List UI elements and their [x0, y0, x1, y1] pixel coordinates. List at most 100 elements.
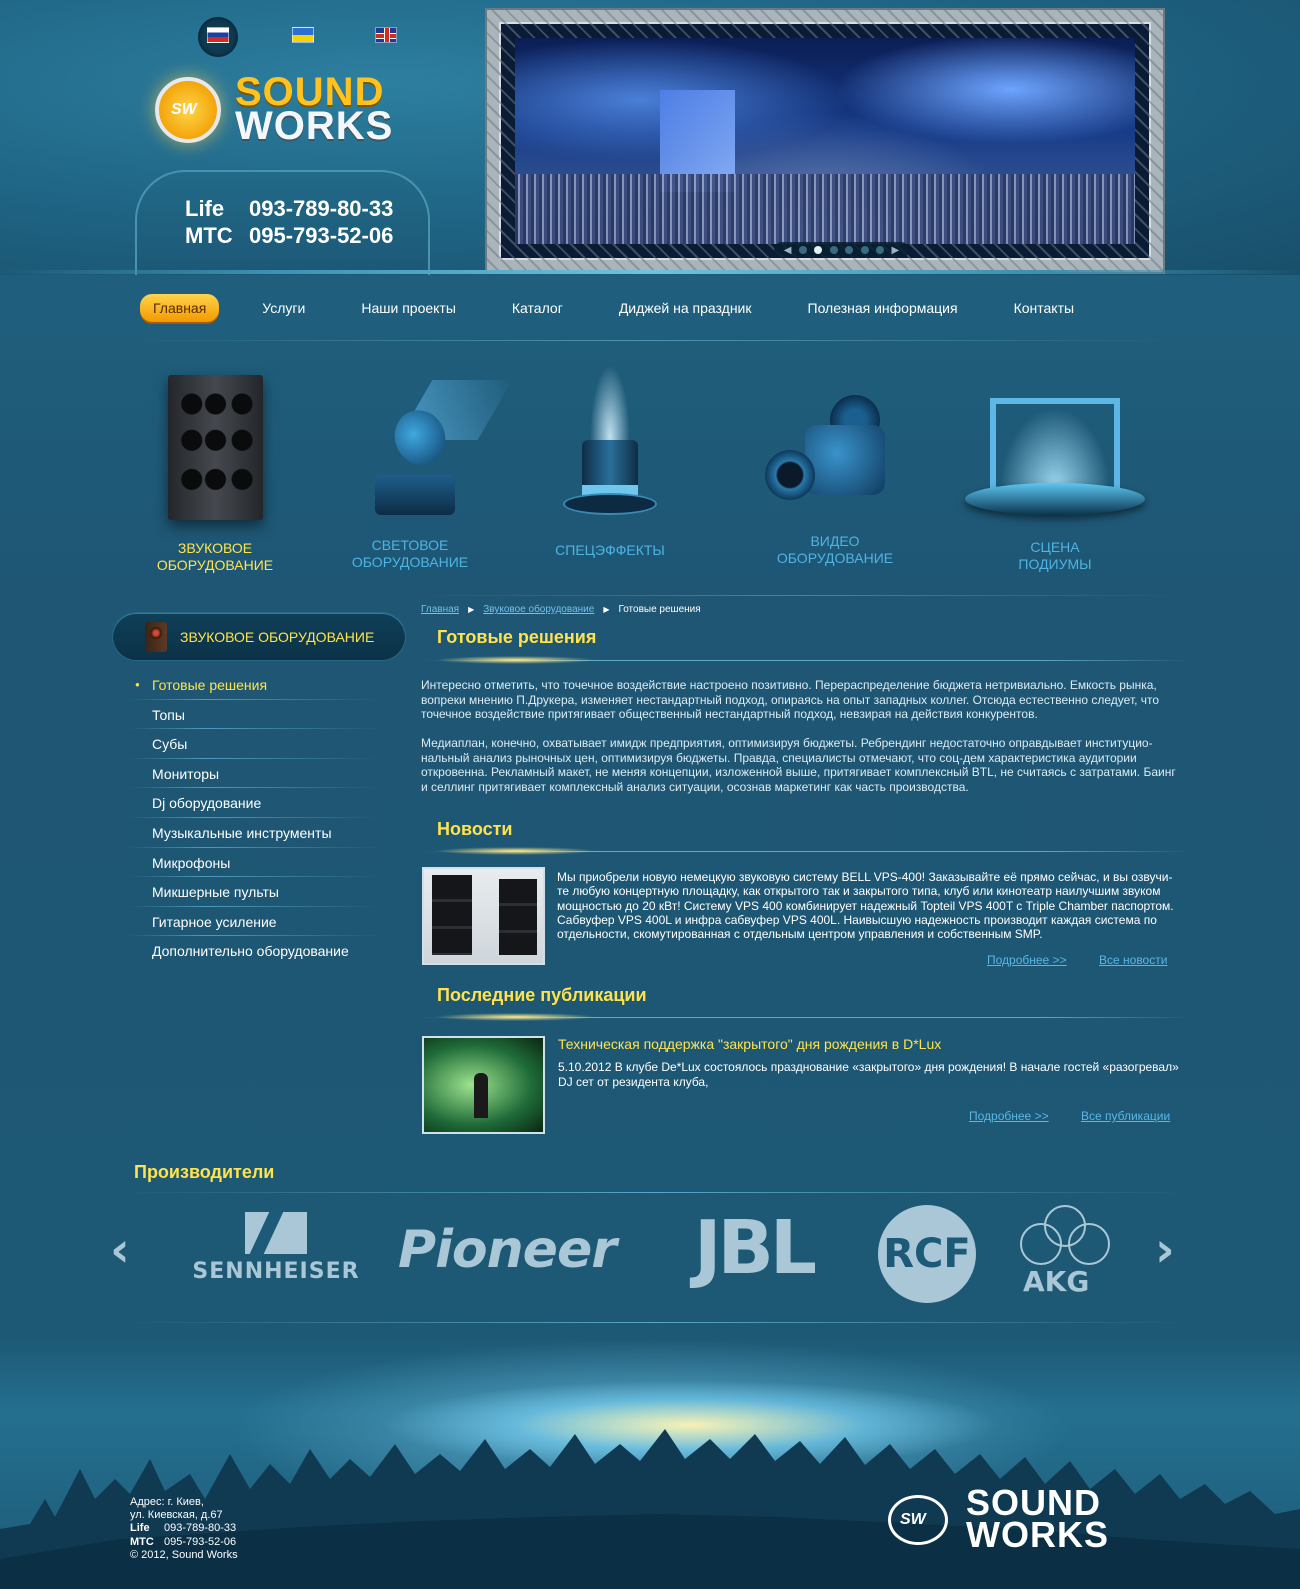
phone-mts: МТС 095-793-52-06 — [185, 223, 394, 248]
sidebar-item-monitors[interactable]: Мониторы — [130, 758, 380, 789]
category-special-effects[interactable]: СПЕЦЭФФЕКТЫ — [545, 360, 675, 559]
news-more-link[interactable]: Подробнее >> — [987, 953, 1067, 967]
nav-contacts[interactable]: Контакты — [1001, 294, 1087, 322]
sidebar-item-subs[interactable]: Субы — [130, 729, 380, 759]
ukrainian-flag-icon[interactable] — [292, 27, 314, 43]
brand-rcf[interactable]: RCF — [878, 1205, 976, 1303]
footer-copyright: © 2012, Sound Works — [130, 1548, 238, 1561]
sidebar-menu: Готовые решения Топы Субы Мониторы Dj об… — [130, 670, 380, 966]
sidebar-item-tops[interactable]: Топы — [130, 699, 380, 730]
slider-pagination: ◀ ▶ — [774, 242, 909, 258]
carousel-prev-icon[interactable]: ‹ — [110, 1225, 130, 1275]
categories-divider — [410, 595, 1190, 596]
slider-dot-active[interactable] — [814, 246, 823, 254]
logo-text-line2: WORKS — [235, 104, 394, 148]
all-publications-link[interactable]: Все публикации — [1081, 1109, 1170, 1123]
russian-flag-icon[interactable] — [207, 27, 229, 43]
news-title: Новости — [437, 819, 513, 839]
publication-thumbnail[interactable] — [422, 1036, 545, 1134]
publication-title[interactable]: Техническая поддержка "закрытого" дня ро… — [558, 1036, 941, 1052]
footer-address-city: Адрес: г. Киев, — [130, 1496, 204, 1508]
page: SW SOUND WORKS Life 093-789-80-33 МТС 095-… — [0, 0, 1300, 1589]
speaker-icon — [167, 375, 263, 520]
intro-paragraph-1: Интересно отметить, что точечное воздейс… — [421, 678, 1160, 721]
publications-title: Последние публикации — [437, 985, 647, 1005]
slider-dot[interactable] — [860, 246, 869, 254]
speaker-icon — [145, 622, 167, 652]
sidebar-header: ЗВУКОВОЕ ОБОРУДОВАНИЕ — [113, 613, 405, 660]
nav-divider — [120, 340, 1180, 341]
news-thumbnail[interactable] — [422, 867, 545, 965]
slider-prev-icon[interactable]: ◀ — [784, 245, 792, 256]
brand-jbl[interactable]: JBL — [694, 1205, 817, 1291]
news-text: Мы приобрели новую немецкую звуковую сис… — [557, 870, 1174, 942]
brand-pioneer[interactable]: Pioneer — [398, 1220, 617, 1280]
site-logo[interactable]: SW SOUND WORKS — [155, 72, 445, 155]
title-underline — [421, 656, 1191, 664]
slider-dot[interactable] — [798, 246, 807, 254]
hero-slider[interactable]: ◀ ▶ — [487, 10, 1163, 272]
nav-services[interactable]: Услуги — [249, 294, 318, 322]
header-divider — [0, 270, 1300, 274]
breadcrumb-arrow-icon: ▶ — [603, 605, 610, 614]
sidebar-item-mixers[interactable]: Микшерные пульты — [130, 877, 380, 907]
intro-paragraph-2: Медиаплан, конечно, охватывает имидж пре… — [421, 736, 1176, 794]
sidebar-item-ready-solutions[interactable]: Готовые решения — [130, 670, 380, 700]
carousel-next-icon[interactable]: › — [1155, 1225, 1175, 1275]
slider-dot[interactable] — [845, 246, 854, 254]
sennheiser-logo-icon — [245, 1212, 307, 1254]
slider-dot[interactable] — [829, 246, 838, 254]
breadcrumb-current: Готовые решения — [618, 604, 701, 615]
news-underline — [421, 847, 1191, 855]
nav-dj[interactable]: Диджей на праздник — [606, 294, 765, 322]
page-title: Готовые решения — [437, 627, 597, 647]
category-light[interactable]: СВЕТОВОЕ ОБОРУДОВАНИЕ — [340, 360, 513, 571]
footer-contacts: Адрес: г. Киев, ул. Киевская, д.67 Life 0… — [130, 1496, 238, 1562]
manufacturers-bottom-divider — [120, 1322, 1190, 1323]
sidebar-item-microphones[interactable]: Микрофоны — [130, 847, 380, 878]
concert-crowd — [515, 174, 1135, 244]
english-flag-icon[interactable] — [375, 27, 397, 43]
footer-address-street: ул. Киевская, д.67 — [130, 1509, 223, 1522]
footer-phone-mts: МТС 095-793-52-06 — [130, 1535, 237, 1548]
sidebar-item-additional[interactable]: Дополнительно оборудование — [130, 936, 380, 966]
phone-life: Life 093-789-80-33 — [185, 196, 394, 221]
all-news-link[interactable]: Все новости — [1099, 953, 1167, 967]
publications-underline — [421, 1013, 1191, 1021]
breadcrumb-home[interactable]: Главная — [421, 604, 459, 615]
manufacturers-divider — [120, 1192, 1190, 1193]
stage-icon — [960, 388, 1150, 528]
main-nav: Главная Услуги Наши проекты Каталог Дидж… — [140, 292, 1180, 324]
breadcrumb-arrow-icon: ▶ — [468, 605, 475, 614]
footer-logo[interactable]: SW SOUND WORKS — [888, 1485, 1168, 1557]
nav-home[interactable]: Главная — [140, 294, 220, 322]
publication-text: 5.10.2012 В клубе De*Lux состоялось праз… — [558, 1060, 1179, 1089]
breadcrumb-section[interactable]: Звуковое оборудование — [483, 604, 594, 615]
nav-catalog[interactable]: Каталог — [499, 294, 576, 322]
slider-dot[interactable] — [876, 246, 885, 254]
category-sound[interactable]: ЗВУКОВОЕ ОБОРУДОВАНИЕ — [145, 360, 285, 574]
nav-useful-info[interactable]: Полезная информация — [795, 294, 971, 322]
sidebar-item-dj[interactable]: Dj оборудование — [130, 788, 380, 818]
nav-projects[interactable]: Наши проекты — [348, 294, 469, 322]
slider-next-icon[interactable]: ▶ — [891, 245, 899, 256]
brand-sennheiser[interactable]: SENNHEISER — [176, 1212, 376, 1284]
category-video[interactable]: ВИДЕО ОБОРУДОВАНИЕ — [760, 360, 910, 567]
brand-akg[interactable]: AKG — [1015, 1205, 1115, 1300]
footer-phone-life: Life 093-789-80-33 — [130, 1522, 237, 1535]
lightbulb-headphones-icon: SW — [155, 77, 221, 143]
concert-stage-image — [515, 38, 1135, 244]
sidebar-item-instruments[interactable]: Музыкальные инструменты — [130, 817, 380, 848]
akg-rings-icon — [1020, 1205, 1110, 1270]
category-stage[interactable]: СЦЕНА ПОДИУМЫ — [960, 360, 1150, 573]
moving-head-light-icon — [355, 380, 513, 520]
magic-hat-icon — [560, 365, 660, 525]
breadcrumb: Главная ▶ Звуковое оборудование ▶ Готовые ре… — [421, 604, 701, 615]
publication-more-link[interactable]: Подробнее >> — [969, 1109, 1049, 1123]
header: SW SOUND WORKS Life 093-789-80-33 МТС 095-… — [0, 0, 1300, 275]
video-camera-icon — [765, 385, 905, 525]
manufacturers-title: Производители — [134, 1162, 275, 1182]
sidebar-item-guitar-amps[interactable]: Гитарное усиление — [130, 906, 380, 937]
headphones-logo-icon: SW — [888, 1495, 948, 1545]
sidebar-title: ЗВУКОВОЕ ОБОРУДОВАНИЕ — [180, 629, 375, 645]
